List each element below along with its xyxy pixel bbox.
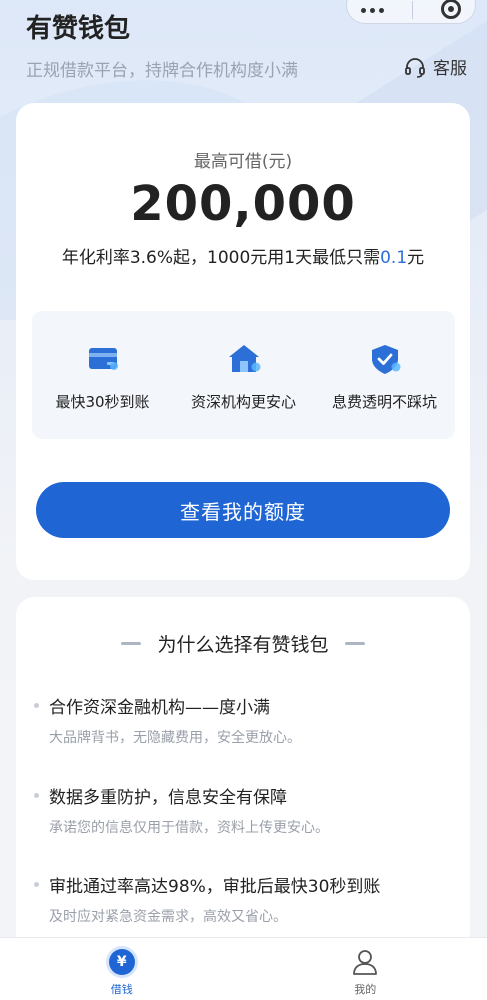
bullet-icon	[34, 793, 39, 798]
title-decoration-left	[121, 642, 142, 645]
limit-label: 最高可借(元)	[193, 152, 293, 172]
limit-amount: 200,000	[130, 176, 356, 232]
why-item: 数据多重防护，信息安全有保障 承诺您的信息仅用于借款，资料上传更安心。	[34, 783, 454, 837]
feature-label: 息费透明不踩坑	[331, 393, 437, 411]
why-item-desc: 及时应对紧急资金需求，高效又省心。	[49, 909, 287, 925]
headset-icon	[405, 57, 425, 78]
rate-highlight: 0.1	[380, 248, 408, 268]
why-item: 审批通过率高达98%，审批后最快30秒到账 及时应对紧急资金需求，高效又省心。	[34, 872, 454, 926]
check-limit-button[interactable]: 查看我的额度	[36, 482, 450, 538]
why-item-title: 数据多重防护，信息安全有保障	[49, 788, 287, 808]
more-icon[interactable]	[361, 7, 384, 13]
tab-label: 借钱	[110, 983, 133, 996]
feature-label: 最快30秒到账	[55, 393, 150, 411]
yen-icon: ¥	[108, 949, 135, 975]
loan-card: 最高可借(元) 200,000 年化利率3.6%起，1000元用1天最低只需0.…	[16, 103, 470, 580]
shield-icon	[371, 345, 400, 374]
why-section-header: 为什么选择有赞钱包	[16, 630, 470, 657]
title-decoration-right	[344, 642, 365, 645]
tab-borrow[interactable]: ¥ 借钱	[0, 938, 244, 1000]
feature-label: 资深机构更安心	[190, 393, 296, 411]
why-item-desc: 大品牌背书，无隐藏费用，安全更放心。	[49, 730, 301, 746]
feature-senior-institution: 资深机构更安心	[179, 311, 309, 439]
app-subtitle: 正规借款平台，持牌合作机构度小满	[26, 61, 298, 81]
feature-transparent-fees: 息费透明不踩坑	[320, 311, 450, 439]
house-icon	[228, 345, 260, 372]
bullet-icon	[34, 703, 39, 708]
customer-service-label: 客服	[433, 59, 467, 79]
feature-list: 最快30秒到账 资深机构更安心 息费透明不踩坑	[32, 311, 455, 439]
why-item: 合作资深金融机构——度小满 大品牌背书，无隐藏费用，安全更放心。	[34, 693, 454, 747]
feature-fast-arrival: 最快30秒到账	[38, 311, 168, 439]
why-item-title: 合作资深金融机构——度小满	[49, 698, 270, 718]
tab-label: 我的	[354, 983, 377, 996]
rate-suffix: 元	[407, 248, 425, 268]
user-icon	[353, 950, 378, 975]
bullet-icon	[34, 882, 39, 887]
rate-description: 年化利率3.6%起，1000元用1天最低只需0.1元	[16, 243, 470, 268]
why-choose-card: 为什么选择有赞钱包 合作资深金融机构——度小满 大品牌背书，无隐藏费用，安全更放…	[16, 597, 470, 957]
card-icon	[88, 348, 118, 370]
why-item-desc: 承诺您的信息仅用于借款，资料上传更安心。	[49, 820, 329, 836]
tab-mine[interactable]: 我的	[244, 938, 487, 1000]
bottom-tab-bar: ¥ 借钱 我的	[0, 937, 487, 1000]
app-title: 有赞钱包	[26, 14, 131, 44]
why-section-title: 为什么选择有赞钱包	[157, 634, 329, 656]
customer-service-button[interactable]: 客服	[403, 54, 467, 79]
close-miniprogram-icon[interactable]	[441, 0, 461, 19]
miniprogram-capsule[interactable]	[346, 0, 476, 24]
rate-prefix: 年化利率3.6%起，1000元用1天最低只需	[61, 248, 381, 268]
why-item-title: 审批通过率高达98%，审批后最快30秒到账	[49, 877, 381, 897]
